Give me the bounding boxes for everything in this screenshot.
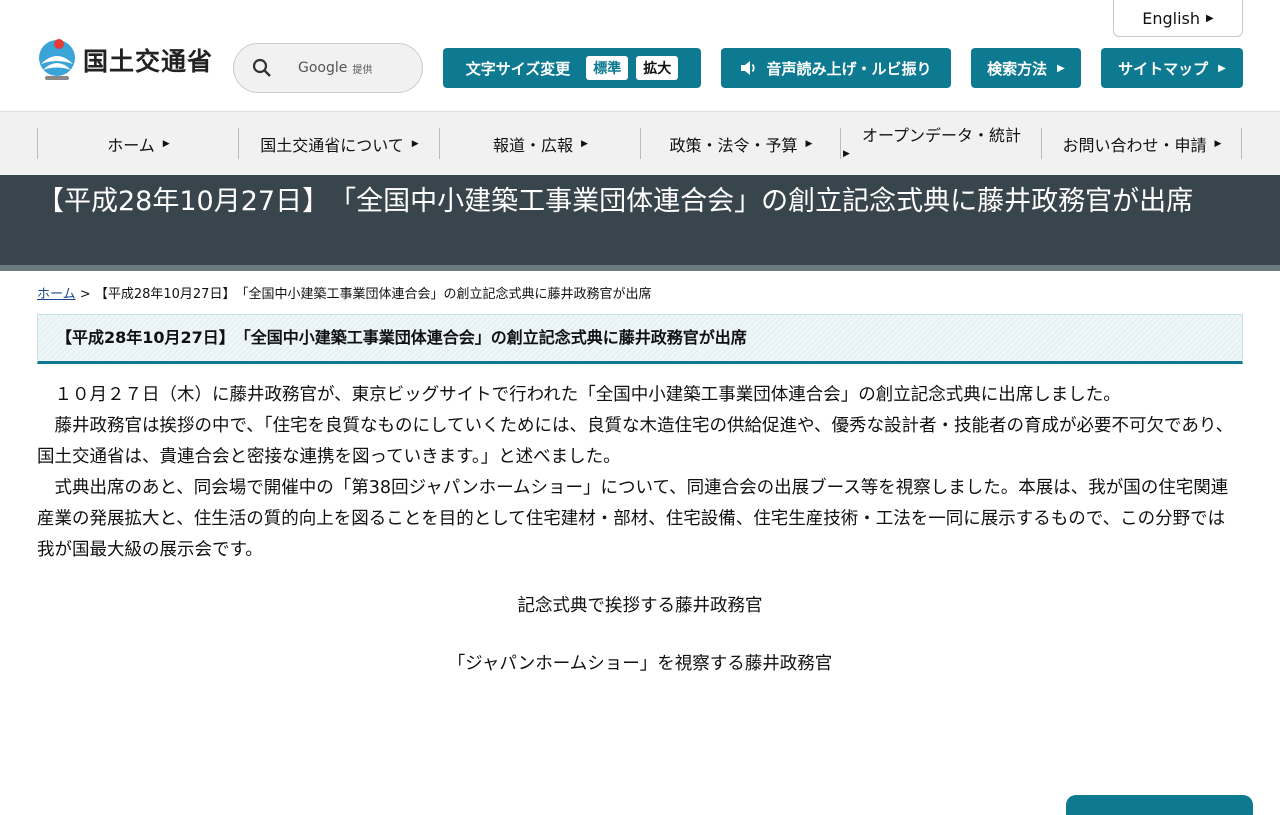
sitemap-button[interactable]: サイトマップ ▶ [1101, 48, 1243, 88]
arrow-right-icon: ▶ [843, 148, 850, 159]
arrow-right-icon: ▶ [1214, 138, 1222, 149]
site-search[interactable]: Google 提供 [233, 43, 423, 93]
page-title: 【平成28年10月27日】 「全国中小建築工事業団体連合会」の創立記念式典に藤井… [37, 186, 1194, 217]
search-icon [252, 58, 271, 77]
arrow-right-icon: ▶ [1206, 12, 1214, 24]
nav-item-label: オープンデータ・統計 [861, 125, 1022, 145]
english-label: English [1142, 8, 1201, 28]
font-size-label: 文字サイズ変更 [465, 59, 571, 78]
arrow-right-icon: ▶ [805, 138, 813, 149]
arrow-right-icon: ▶ [411, 138, 419, 149]
nav-item-opendata[interactable]: オープンデータ・統計 ▶ [840, 125, 1042, 159]
site-header: 国土交通省 English ▶ Google 提供 文字サイズ変更 標準 拡大 … [0, 0, 1280, 112]
nav-item-label: 国土交通省について [260, 135, 404, 155]
article-paragraph: 式典出席のあと、同会場で開催中の「第38回ジャパンホームショー」について、同連合… [37, 478, 1229, 560]
nav-divider [1241, 128, 1242, 159]
photo-caption: 「ジャパンホームショー」を視察する藤井政務官 [447, 654, 833, 674]
breadcrumb-separator: > [79, 287, 91, 302]
sitemap-label: サイトマップ [1118, 59, 1209, 78]
google-label: Google [298, 60, 348, 76]
arrow-right-icon: ▶ [1218, 62, 1226, 74]
nav-item-label: 政策・法令・予算 [669, 135, 798, 155]
breadcrumb-home-link[interactable]: ホーム [37, 287, 76, 302]
voice-ruby-button[interactable]: 音声読み上げ・ルビ振り [721, 48, 951, 88]
font-size-control: 文字サイズ変更 標準 拡大 [443, 48, 701, 88]
english-link[interactable]: English ▶ [1113, 0, 1243, 37]
arrow-right-icon: ▶ [1057, 62, 1065, 74]
font-size-enlarge-button[interactable]: 拡大 [636, 56, 679, 80]
nav-item-policy[interactable]: 政策・法令・予算 ▶ [640, 128, 841, 159]
nav-item-label: 報道・広報 [493, 135, 574, 155]
search-method-label: 検索方法 [987, 59, 1048, 78]
arrow-right-icon: ▶ [162, 138, 170, 149]
article-body: １０月２７日（木）に藤井政務官が、東京ビッグサイトで行われた「全国中小建築工事業… [37, 380, 1241, 566]
nav-item-about[interactable]: 国土交通省について ▶ [238, 128, 440, 159]
article-paragraph: 藤井政務官は挨拶の中で、「住宅を良質なものにしていくためには、良質な木造住宅の供… [37, 416, 1234, 467]
nav-item-contact[interactable]: お問い合わせ・申請 ▶ [1041, 128, 1242, 159]
logo-text: 国土交通省 [83, 47, 214, 76]
breadcrumb-current: 【平成28年10月27日】 「全国中小建築工事業団体連合会」の創立記念式典に藤井… [94, 287, 652, 302]
nav-item-label: お問い合わせ・申請 [1062, 135, 1207, 155]
speaker-icon [741, 61, 756, 75]
nav-item-home[interactable]: ホーム ▶ [37, 128, 239, 159]
photo-caption: 記念式典で挨拶する藤井政務官 [517, 596, 763, 616]
font-size-standard-button[interactable]: 標準 [586, 56, 629, 80]
page-title-band: 【平成28年10月27日】 「全国中小建築工事業団体連合会」の創立記念式典に藤井… [0, 175, 1280, 271]
nav-item-label: ホーム [107, 135, 155, 155]
title-underline [0, 265, 1280, 271]
nav-item-press[interactable]: 報道・広報 ▶ [439, 128, 641, 159]
search-method-button[interactable]: 検索方法 ▶ [971, 48, 1081, 88]
article-heading-box: 【平成28年10月27日】 「全国中小建築工事業団体連合会」の創立記念式典に藤井… [37, 314, 1243, 364]
arrow-right-icon: ▶ [581, 138, 588, 149]
voice-ruby-label: 音声読み上げ・ルビ振り [766, 59, 932, 78]
provided-label: 提供 [352, 64, 373, 76]
article-paragraph: １０月２７日（木）に藤井政務官が、東京ビッグサイトで行われた「全国中小建築工事業… [54, 385, 1121, 405]
breadcrumb: ホーム > 【平成28年10月27日】 「全国中小建築工事業団体連合会」の創立記… [37, 283, 651, 302]
global-nav: ホーム ▶ 国土交通省について ▶ 報道・広報 ▶ 政策・法令・予算 ▶ オープ… [0, 112, 1280, 175]
article-heading: 【平成28年10月27日】 「全国中小建築工事業団体連合会」の創立記念式典に藤井… [56, 328, 747, 347]
mlit-logo-icon [37, 38, 77, 82]
page-top-button[interactable] [1066, 795, 1253, 815]
site-logo[interactable]: 国土交通省 [37, 38, 213, 82]
